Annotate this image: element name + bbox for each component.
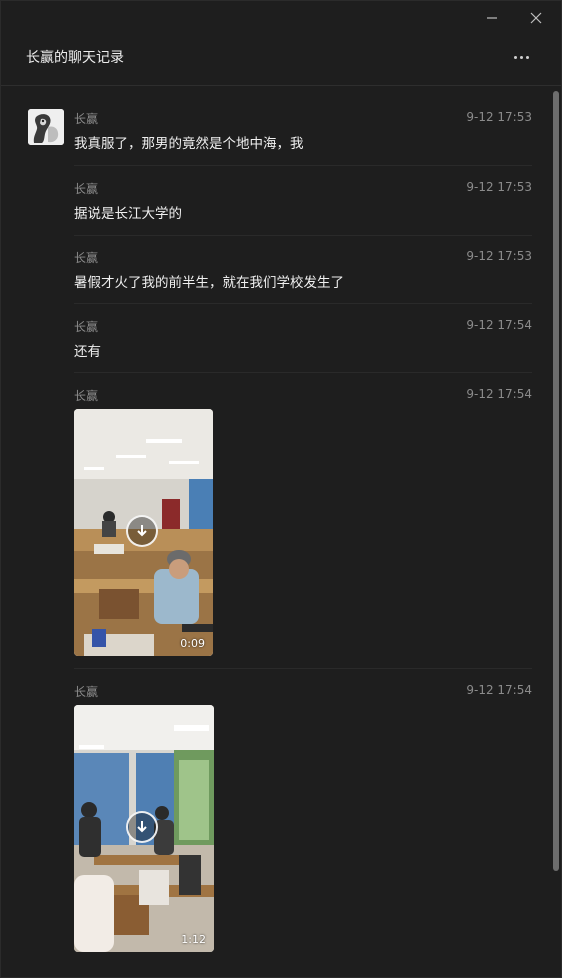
message-item: 长赢 9-12 17:53 暑假才火了我的前半生，就在我们学校发生了 [74, 249, 532, 304]
video-duration: 0:09 [180, 637, 205, 650]
window-controls [481, 7, 547, 29]
sender-name: 长赢 [74, 251, 99, 265]
message-item: 长赢 9-12 17:54 [74, 387, 532, 669]
page-title: 长赢的聊天记录 [26, 50, 124, 66]
message-text[interactable]: 据说是长江大学的 [74, 202, 182, 222]
close-icon[interactable] [525, 7, 547, 29]
message-time: 9-12 17:54 [466, 683, 532, 697]
message-text[interactable]: 还有 [74, 340, 101, 360]
message-list: 长赢 9-12 17:53 我真服了，那男的竟然是个地中海，我 长赢 9-12 … [1, 96, 561, 977]
header-bar: 长赢的聊天记录 [1, 35, 561, 86]
minimize-icon[interactable] [481, 7, 503, 29]
sender-name: 长赢 [74, 182, 99, 196]
message-time: 9-12 17:53 [466, 249, 532, 263]
message-time: 9-12 17:53 [466, 110, 532, 124]
message-item: 长赢 9-12 17:54 还有 [74, 318, 532, 373]
video-thumbnail[interactable]: 0:09 [74, 409, 213, 656]
message-text[interactable]: 暑假才火了我的前半生，就在我们学校发生了 [74, 271, 344, 291]
avatar[interactable] [28, 109, 64, 145]
download-icon[interactable] [126, 811, 158, 843]
chat-history-window: 长赢的聊天记录 长赢 9-12 17:53 我真服了，那男的竟然是个地中海，我 … [0, 0, 562, 978]
sender-name: 长赢 [74, 389, 99, 403]
scrollbar[interactable] [553, 91, 559, 871]
message-item: 长赢 9-12 17:54 [74, 683, 532, 964]
message-item: 长赢 9-12 17:53 据说是长江大学的 [74, 180, 532, 236]
message-time: 9-12 17:54 [466, 318, 532, 332]
message-item: 长赢 9-12 17:53 我真服了，那男的竟然是个地中海，我 [74, 110, 532, 166]
sender-name: 长赢 [74, 685, 99, 699]
sender-name: 长赢 [74, 320, 99, 334]
message-time: 9-12 17:53 [466, 180, 532, 194]
more-icon[interactable] [509, 45, 533, 69]
download-icon[interactable] [126, 515, 158, 547]
message-time: 9-12 17:54 [466, 387, 532, 401]
video-thumbnail[interactable]: 1:12 [74, 705, 214, 952]
video-duration: 1:12 [181, 933, 206, 946]
sender-name: 长赢 [74, 112, 99, 126]
message-text[interactable]: 我真服了，那男的竟然是个地中海，我 [74, 132, 304, 152]
